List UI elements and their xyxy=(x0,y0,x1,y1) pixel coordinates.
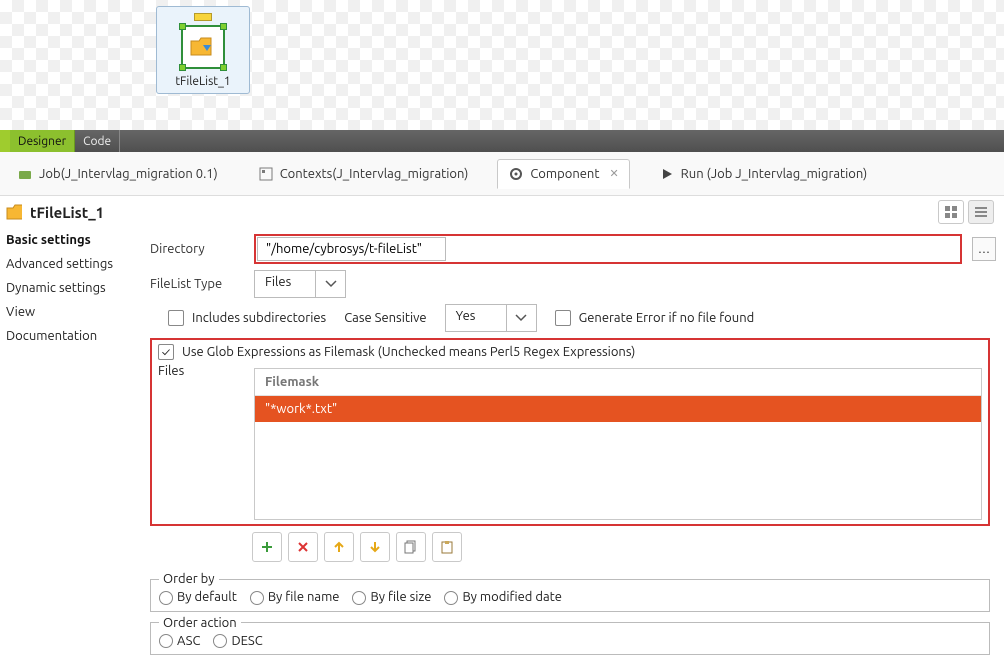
filemask-header: Filemask xyxy=(255,369,981,396)
tab-job[interactable]: Job(J_Intervlag_migration 0.1) xyxy=(6,159,229,189)
tab-component[interactable]: Component ✕ xyxy=(497,159,629,189)
design-canvas[interactable]: tFileList_1 xyxy=(0,0,1004,130)
case-sensitive-value: Yes xyxy=(446,305,506,331)
paste-icon xyxy=(440,540,454,554)
tab-run-label: Run (Job J_Intervlag_migration) xyxy=(681,167,868,181)
add-row-button[interactable] xyxy=(252,532,282,562)
includes-subdirs-checkbox[interactable] xyxy=(168,310,184,326)
order-action-asc-label: ASC xyxy=(177,634,200,648)
tab-contexts-label: Contexts(J_Intervlag_migration) xyxy=(280,167,469,181)
order-action-desc-label: DESC xyxy=(231,634,262,648)
ellipsis-icon: … xyxy=(978,243,990,256)
plus-icon xyxy=(260,540,274,554)
sidebar-item-dynamic[interactable]: Dynamic settings xyxy=(0,276,150,300)
order-by-default-label: By default xyxy=(177,590,237,604)
order-by-filename-label: By file name xyxy=(268,590,340,604)
order-by-filename[interactable]: By file name xyxy=(250,590,340,604)
job-icon xyxy=(17,166,33,182)
move-down-button[interactable] xyxy=(360,532,390,562)
arrow-up-icon xyxy=(333,540,345,554)
tfilelist-icon xyxy=(181,25,225,69)
node-handle-top xyxy=(194,13,212,21)
directory-browse-button[interactable]: … xyxy=(972,237,996,261)
mode-bar-accent xyxy=(0,130,10,152)
arrow-down-icon xyxy=(369,540,381,554)
filemask-table[interactable]: Filemask "*work*.txt" xyxy=(254,368,982,520)
component-icon xyxy=(508,166,524,182)
chevron-down-icon[interactable] xyxy=(315,271,345,297)
tab-component-close[interactable]: ✕ xyxy=(609,167,618,180)
paste-button[interactable] xyxy=(432,532,462,562)
run-icon xyxy=(659,166,675,182)
tab-run[interactable]: Run (Job J_Intervlag_migration) xyxy=(648,159,879,189)
filemask-toolbar xyxy=(252,532,996,562)
case-sensitive-label: Case Sensitive xyxy=(344,311,426,325)
filemask-row[interactable]: "*work*.txt" xyxy=(255,396,981,422)
view-grid-button[interactable] xyxy=(938,200,964,224)
copy-icon xyxy=(404,540,418,554)
generate-error-checkbox[interactable] xyxy=(555,310,571,326)
view-list-button[interactable] xyxy=(968,200,994,224)
chevron-down-icon[interactable] xyxy=(506,305,536,331)
sidebar-item-view[interactable]: View xyxy=(0,300,150,324)
use-glob-checkbox[interactable] xyxy=(158,344,174,360)
filelist-type-select[interactable]: Files xyxy=(254,270,346,298)
order-by-legend: Order by xyxy=(159,572,219,586)
close-icon xyxy=(297,541,309,553)
order-action-fieldset: Order action ASC DESC xyxy=(150,616,990,656)
tab-component-label: Component xyxy=(530,167,599,181)
order-action-legend: Order action xyxy=(159,616,241,630)
tfilelist-node[interactable]: tFileList_1 xyxy=(156,6,250,94)
filelist-type-label: FileList Type xyxy=(150,277,244,291)
filelist-type-value: Files xyxy=(255,271,315,297)
order-by-modified-label: By modified date xyxy=(462,590,562,604)
order-action-asc[interactable]: ASC xyxy=(159,634,200,648)
component-title: tFileList_1 xyxy=(30,204,104,221)
mode-tab-designer[interactable]: Designer xyxy=(10,130,75,152)
basic-settings-form: Directory … FileList Type Files Includes… xyxy=(150,228,1004,658)
order-by-modified[interactable]: By modified date xyxy=(444,590,562,604)
copy-button[interactable] xyxy=(396,532,426,562)
order-by-filesize-label: By file size xyxy=(370,590,431,604)
sidebar-item-basic[interactable]: Basic settings xyxy=(0,228,150,252)
delete-row-button[interactable] xyxy=(288,532,318,562)
contexts-icon xyxy=(258,166,274,182)
files-label: Files xyxy=(158,364,244,378)
component-header: tFileList_1 xyxy=(0,196,1004,228)
order-action-desc[interactable]: DESC xyxy=(213,634,262,648)
node-label: tFileList_1 xyxy=(175,75,230,88)
directory-input[interactable] xyxy=(257,237,446,261)
sidebar-item-documentation[interactable]: Documentation xyxy=(0,324,150,348)
mode-bar: Designer Code xyxy=(0,130,1004,152)
order-by-fieldset: Order by By default By file name By file… xyxy=(150,572,990,612)
mode-tab-code[interactable]: Code xyxy=(75,130,120,152)
sidebar-item-advanced[interactable]: Advanced settings xyxy=(0,252,150,276)
order-by-default[interactable]: By default xyxy=(159,590,237,604)
tfilelist-header-icon xyxy=(6,204,22,220)
move-up-button[interactable] xyxy=(324,532,354,562)
bottom-tabbar: Job(J_Intervlag_migration 0.1) Contexts(… xyxy=(0,152,1004,196)
settings-sidebar: Basic settings Advanced settings Dynamic… xyxy=(0,228,150,658)
case-sensitive-select[interactable]: Yes xyxy=(445,304,537,332)
tab-contexts[interactable]: Contexts(J_Intervlag_migration) xyxy=(247,159,480,189)
order-by-filesize[interactable]: By file size xyxy=(352,590,431,604)
directory-label: Directory xyxy=(150,242,244,256)
use-glob-label: Use Glob Expressions as Filemask (Unchec… xyxy=(182,345,635,359)
includes-subdirs-label: Includes subdirectories xyxy=(192,311,326,325)
generate-error-label: Generate Error if no file found xyxy=(579,311,755,325)
tab-job-label: Job(J_Intervlag_migration 0.1) xyxy=(39,167,218,181)
